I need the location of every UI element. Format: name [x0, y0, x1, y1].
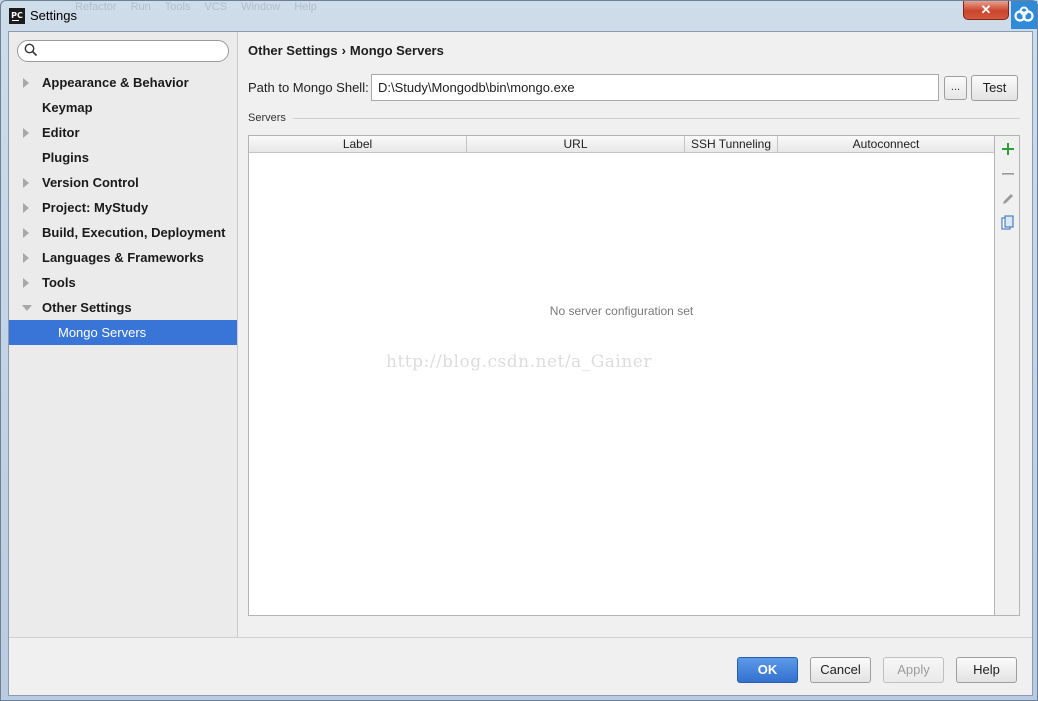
collapse-arrow-icon[interactable] [22, 305, 32, 311]
ghost-menu-item: Window [241, 1, 281, 13]
expand-arrow-icon[interactable] [23, 178, 29, 188]
sidebar-item-build-execution-deployment[interactable]: Build, Execution, Deployment [9, 220, 237, 245]
mongo-shell-path-field[interactable]: D:\Study\Mongodb\bin\mongo.exe [371, 74, 939, 101]
sidebar-item-languages-frameworks[interactable]: Languages & Frameworks [9, 245, 237, 270]
add-icon[interactable] [999, 140, 1017, 158]
settings-client-area: Appearance & Behavior Keymap Editor Plug… [8, 31, 1033, 696]
search-icon [24, 43, 38, 60]
close-button[interactable]: ✕ [963, 1, 1009, 20]
cloud-sync-icon[interactable] [1011, 1, 1037, 29]
title-bar[interactable]: PC Settings Refactor Run Tools VCS Windo… [1, 1, 1037, 31]
expand-arrow-icon[interactable] [23, 253, 29, 263]
servers-table-toolbar [995, 135, 1020, 616]
servers-section-divider [293, 118, 1020, 119]
sidebar-item-label: Editor [42, 125, 80, 140]
expand-arrow-icon[interactable] [23, 278, 29, 288]
expand-arrow-icon[interactable] [23, 228, 29, 238]
column-header-label[interactable]: Label [249, 136, 467, 152]
breadcrumb-separator-icon: › [341, 43, 346, 58]
sidebar-item-label: Tools [42, 275, 76, 290]
sidebar-item-other-settings[interactable]: Other Settings [9, 295, 237, 320]
apply-button[interactable]: Apply [883, 657, 944, 683]
sidebar-item-label: Other Settings [42, 300, 132, 315]
settings-tree: Appearance & Behavior Keymap Editor Plug… [9, 70, 237, 345]
servers-table-header: Label URL SSH Tunneling Autoconnect [249, 136, 994, 153]
breadcrumb-parent[interactable]: Other Settings [248, 43, 338, 58]
edit-icon[interactable] [999, 190, 1017, 208]
ghost-menu-item: Help [294, 1, 317, 13]
sidebar-item-label: Build, Execution, Deployment [42, 225, 226, 240]
mongo-shell-path-label: Path to Mongo Shell: [248, 80, 369, 95]
sidebar-item-label: Languages & Frameworks [42, 250, 204, 265]
sidebar-item-mongo-servers[interactable]: Mongo Servers [9, 320, 237, 345]
sidebar-item-label: Project: MyStudy [42, 200, 149, 215]
ok-button[interactable]: OK [737, 657, 798, 683]
search-input[interactable] [40, 42, 224, 60]
ghost-menu-item: Refactor [75, 1, 117, 13]
sidebar-item-label: Keymap [42, 100, 93, 115]
column-header-url[interactable]: URL [467, 136, 685, 152]
cancel-button[interactable]: Cancel [810, 657, 871, 683]
sidebar-item-project[interactable]: Project: MyStudy [9, 195, 237, 220]
ghost-menu-item: VCS [204, 1, 228, 13]
close-icon: ✕ [980, 2, 992, 17]
sidebar-item-plugins[interactable]: Plugins [9, 145, 237, 170]
breadcrumb-current: Mongo Servers [349, 43, 444, 58]
help-button[interactable]: Help [956, 657, 1017, 683]
column-header-ssh-tunneling[interactable]: SSH Tunneling [685, 136, 778, 152]
expand-arrow-icon[interactable] [23, 128, 29, 138]
sidebar-item-keymap[interactable]: Keymap [9, 95, 237, 120]
watermark-text: http://blog.csdn.net/a_Gainer [386, 352, 652, 372]
settings-window: PC Settings Refactor Run Tools VCS Windo… [0, 0, 1038, 701]
test-button[interactable]: Test [971, 75, 1018, 101]
copy-icon[interactable] [999, 214, 1017, 232]
sidebar-item-editor[interactable]: Editor [9, 120, 237, 145]
sidebar-item-tools[interactable]: Tools [9, 270, 237, 295]
sidebar-item-label: Mongo Servers [58, 325, 147, 340]
pycharm-app-icon: PC [9, 8, 25, 24]
expand-arrow-icon[interactable] [23, 203, 29, 213]
browse-path-button[interactable]: ... [944, 76, 967, 100]
expand-arrow-icon[interactable] [23, 78, 29, 88]
ghost-menu-item: Run [130, 1, 151, 13]
breadcrumb: Other Settings › Mongo Servers [248, 43, 444, 58]
sidebar-item-version-control[interactable]: Version Control [9, 170, 237, 195]
sidebar-item-label: Plugins [42, 150, 89, 165]
remove-icon[interactable] [999, 165, 1017, 183]
window-title: Settings [30, 8, 77, 23]
sidebar-item-appearance-behavior[interactable]: Appearance & Behavior [9, 70, 237, 95]
background-menu-bar: Refactor Run Tools VCS Window Help [75, 1, 317, 15]
ghost-menu-item: Tools [164, 1, 191, 13]
sidebar-item-label: Appearance & Behavior [42, 75, 189, 90]
settings-sidebar: Appearance & Behavior Keymap Editor Plug… [9, 32, 238, 637]
column-header-autoconnect[interactable]: Autoconnect [778, 136, 994, 152]
settings-search[interactable] [17, 40, 229, 62]
sidebar-item-label: Version Control [42, 175, 139, 190]
empty-table-message: No server configuration set [549, 304, 694, 318]
button-bar-divider [9, 637, 1032, 638]
servers-section-title: Servers [248, 112, 286, 124]
servers-table[interactable]: Label URL SSH Tunneling Autoconnect No s… [248, 135, 995, 616]
